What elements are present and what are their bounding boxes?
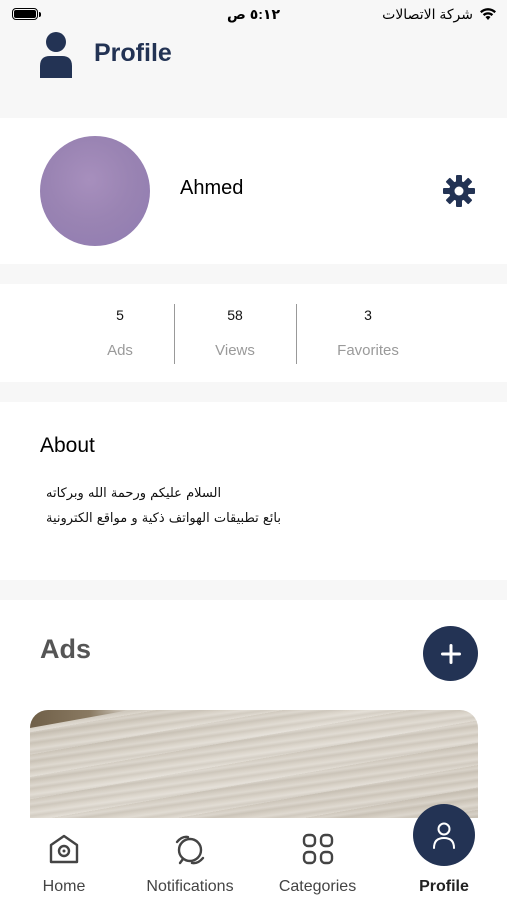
about-line: السلام عليكم ورحمة الله وبركاته [46,486,222,501]
add-ad-button[interactable] [423,626,478,681]
tab-label: Profile [419,878,469,895]
plus-icon [440,643,461,664]
profile-card: Ahmed [0,118,507,264]
about-line: بائع تطبيقات الهواتف ذكية و مواقع الكترو… [46,511,281,526]
page-header: Profile [0,28,507,118]
stat-label: Views [215,342,255,359]
status-bar: ٥:١٢ ص شركة الاتصالات [0,0,507,28]
stat-value: 3 [364,307,372,323]
stat-value: 5 [116,307,124,323]
person-icon [433,822,455,849]
stat-label: Ads [107,342,133,359]
stat-favorites[interactable]: 3 Favorites [318,284,418,382]
stat-divider [174,304,175,364]
status-time: ٥:١٢ ص [226,5,281,22]
stat-value: 58 [227,307,243,323]
home-icon [49,834,79,864]
notifications-icon [175,835,205,865]
wifi-icon [480,8,496,20]
page-title: Profile [94,39,172,67]
battery-icon [12,8,41,20]
profile-tab-button[interactable] [413,804,475,866]
tab-home[interactable]: Home [24,818,104,900]
tab-categories[interactable]: Categories [270,818,365,900]
tab-label: Home [42,878,86,895]
stat-views[interactable]: 58 Views [195,284,275,382]
stats-card: 5 Ads 58 Views 3 Favorites [0,284,507,382]
ads-title: Ads [40,634,92,664]
stat-label: Favorites [337,342,399,359]
tab-notifications[interactable]: Notifications [140,818,240,900]
grid-icon [302,833,333,865]
stat-divider [296,304,297,364]
about-text: السلام عليكم ورحمة الله وبركاته بائع تطب… [46,481,316,531]
gear-icon[interactable] [442,174,476,208]
profile-name: Ahmed [180,177,244,199]
avatar[interactable] [40,136,150,246]
tab-label: Notifications [146,878,234,895]
tab-label: Categories [278,878,357,895]
person-icon [40,32,72,78]
status-carrier: شركة الاتصالات [382,5,473,22]
about-title: About [40,434,95,457]
about-card: About السلام عليكم ورحمة الله وبركاته با… [0,402,507,580]
stat-ads[interactable]: 5 Ads [80,284,160,382]
